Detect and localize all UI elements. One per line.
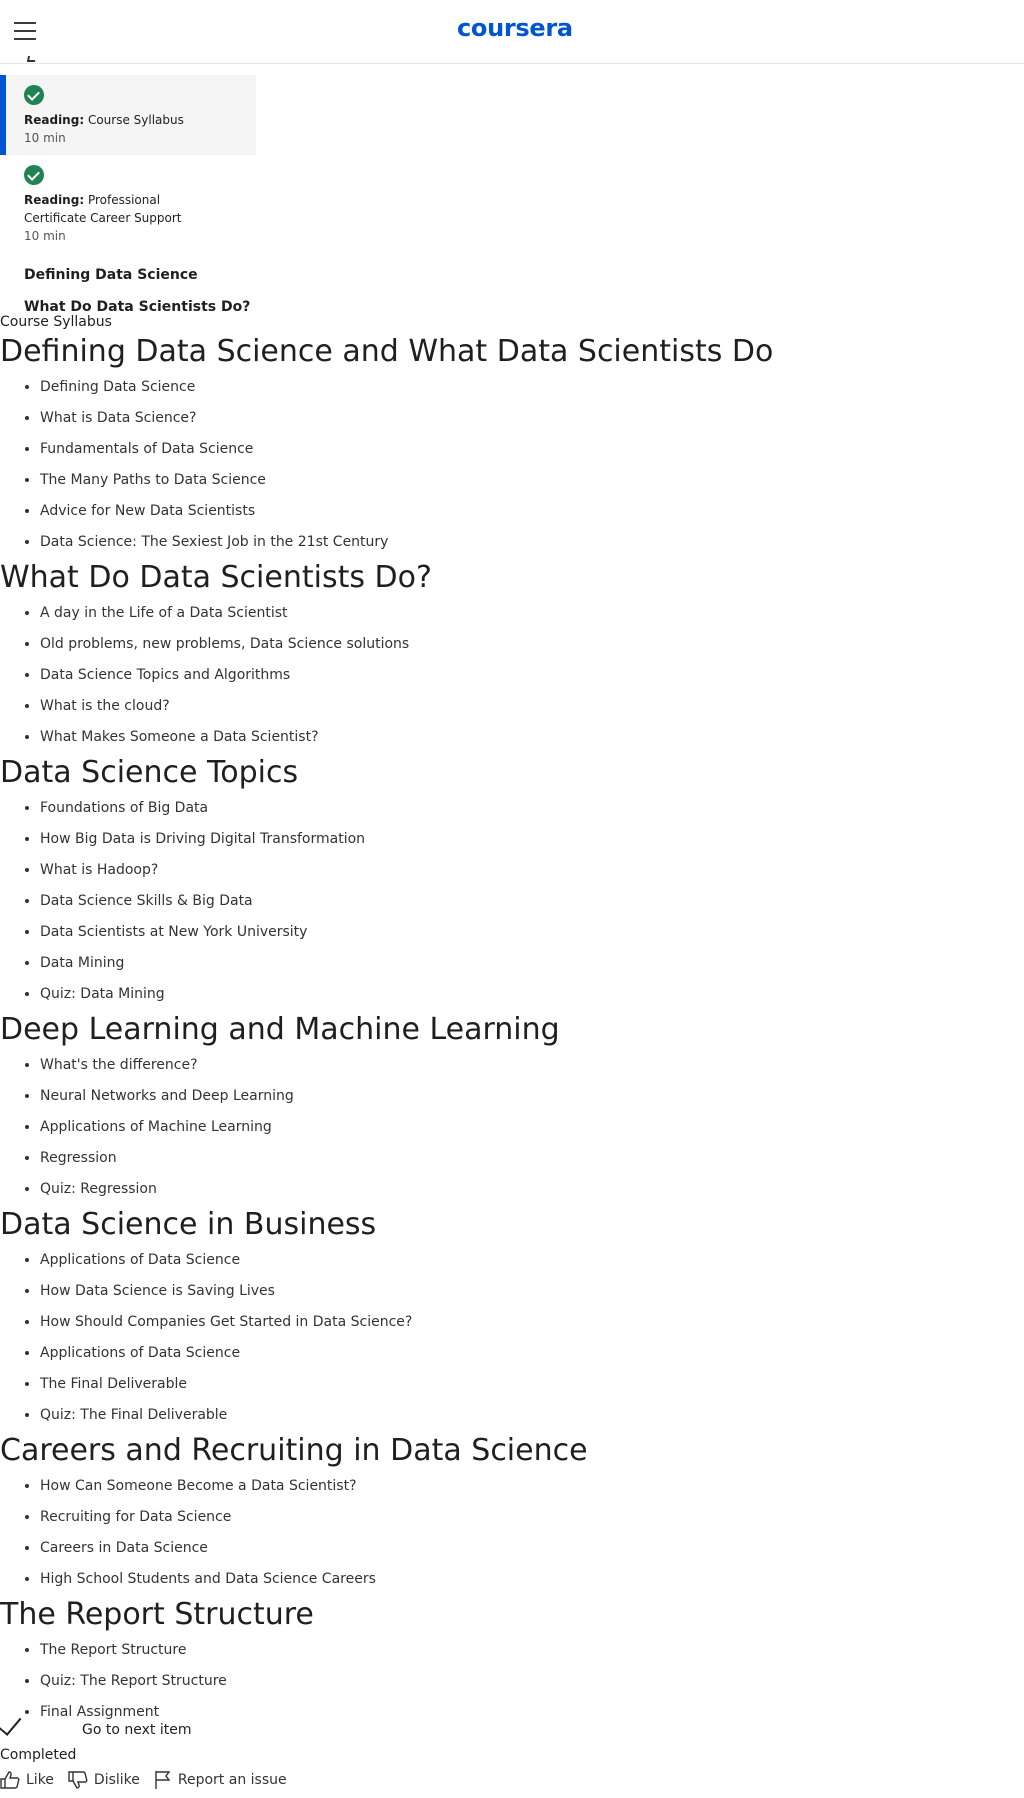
list-item: Data Science Topics and Algorithms — [40, 660, 1024, 691]
list-item: Regression — [40, 1143, 1024, 1174]
sidebar: Reading: Course Syllabus 10 min Reading:… — [0, 75, 256, 323]
list-item: What is Data Science? — [40, 403, 1024, 434]
sidebar-section-defining-data-science[interactable]: Defining Data Science — [0, 259, 256, 291]
syllabus-content: Course Syllabus Defining Data Science an… — [0, 312, 1024, 1728]
sidebar-item-duration: 10 min — [24, 131, 66, 145]
list-item: What's the difference? — [40, 1050, 1024, 1081]
section-list: What's the difference? Neural Networks a… — [0, 1050, 1024, 1205]
go-to-next-item-button[interactable]: Go to next item — [82, 1722, 191, 1738]
sidebar-item-duration: 10 min — [24, 229, 66, 243]
dislike-label: Dislike — [93, 1772, 140, 1788]
list-item: Careers in Data Science — [40, 1533, 1024, 1564]
section-list: A day in the Life of a Data Scientist Ol… — [0, 598, 1024, 753]
list-item: The Report Structure — [40, 1635, 1024, 1666]
sidebar-item-career-support[interactable]: Reading: Professional Certificate Career… — [0, 155, 256, 253]
list-item: Foundations of Big Data — [40, 793, 1024, 824]
list-item: The Many Paths to Data Science — [40, 465, 1024, 496]
section-list: How Can Someone Become a Data Scientist?… — [0, 1471, 1024, 1595]
list-item: Quiz: Data Mining — [40, 979, 1024, 1010]
section-list: Defining Data Science What is Data Scien… — [0, 372, 1024, 558]
list-item: Data Science: The Sexiest Job in the 21s… — [40, 527, 1024, 558]
list-item: Quiz: The Final Deliverable — [40, 1400, 1024, 1431]
sidebar-item-title: Reading: Course Syllabus — [24, 113, 184, 127]
list-item: Quiz: Regression — [40, 1174, 1024, 1205]
thumbs-down-icon — [68, 1771, 88, 1789]
cut-off-text-fragment — [0, 56, 40, 66]
list-item: Advice for New Data Scientists — [40, 496, 1024, 527]
list-item: Data Mining — [40, 948, 1024, 979]
completed-check-icon — [24, 165, 44, 185]
list-item: Recruiting for Data Science — [40, 1502, 1024, 1533]
list-item: Applications of Machine Learning — [40, 1112, 1024, 1143]
report-issue-label: Report an issue — [177, 1772, 287, 1788]
sidebar-item-course-syllabus[interactable]: Reading: Course Syllabus 10 min — [0, 75, 256, 155]
sidebar-item-title: Reading: Professional Certificate Career… — [24, 193, 182, 225]
list-item: Quiz: The Report Structure — [40, 1666, 1024, 1697]
completed-check-icon — [24, 85, 44, 105]
list-item: How Can Someone Become a Data Scientist? — [40, 1471, 1024, 1502]
report-issue-button[interactable]: Report an issue — [154, 1770, 287, 1790]
top-bar: coursera — [0, 0, 1024, 64]
hamburger-menu-icon[interactable] — [14, 22, 36, 40]
dislike-button[interactable]: Dislike — [68, 1771, 140, 1789]
list-item: What is the cloud? — [40, 691, 1024, 722]
list-item: Defining Data Science — [40, 372, 1024, 403]
coursera-logo[interactable]: coursera — [457, 14, 573, 42]
list-item: Fundamentals of Data Science — [40, 434, 1024, 465]
list-item: How Data Science is Saving Lives — [40, 1276, 1024, 1307]
feedback-actions: Like Dislike Report an issue — [0, 1770, 301, 1790]
section-heading: Deep Learning and Machine Learning — [0, 1012, 560, 1047]
page-breadcrumb: Course Syllabus — [0, 314, 112, 330]
list-item: Applications of Data Science — [40, 1338, 1024, 1369]
like-label: Like — [26, 1772, 54, 1788]
section-heading: Data Science in Business — [0, 1207, 377, 1242]
list-item: Data Scientists at New York University — [40, 917, 1024, 948]
section-heading: Defining Data Science and What Data Scie… — [0, 334, 774, 369]
section-list: Applications of Data Science How Data Sc… — [0, 1245, 1024, 1431]
section-heading: Careers and Recruiting in Data Science — [0, 1433, 588, 1468]
list-item: High School Students and Data Science Ca… — [40, 1564, 1024, 1595]
list-item: The Final Deliverable — [40, 1369, 1024, 1400]
list-item: Applications of Data Science — [40, 1245, 1024, 1276]
section-list: The Report Structure Quiz: The Report St… — [0, 1635, 1024, 1728]
list-item: A day in the Life of a Data Scientist — [40, 598, 1024, 629]
section-list: Foundations of Big Data How Big Data is … — [0, 793, 1024, 1010]
list-item: How Big Data is Driving Digital Transfor… — [40, 824, 1024, 855]
section-heading: Data Science Topics — [0, 755, 299, 790]
completed-status-label: Completed — [0, 1747, 77, 1763]
list-item: What Makes Someone a Data Scientist? — [40, 722, 1024, 753]
thumbs-up-icon — [0, 1771, 20, 1789]
flag-icon — [155, 1771, 171, 1789]
list-item: Old problems, new problems, Data Science… — [40, 629, 1024, 660]
list-item: How Should Companies Get Started in Data… — [40, 1307, 1024, 1338]
section-heading: What Do Data Scientists Do? — [0, 560, 432, 595]
list-item: What is Hadoop? — [40, 855, 1024, 886]
like-button[interactable]: Like — [0, 1771, 54, 1789]
section-heading: The Report Structure — [0, 1597, 314, 1632]
list-item: Neural Networks and Deep Learning — [40, 1081, 1024, 1112]
list-item: Data Science Skills & Big Data — [40, 886, 1024, 917]
